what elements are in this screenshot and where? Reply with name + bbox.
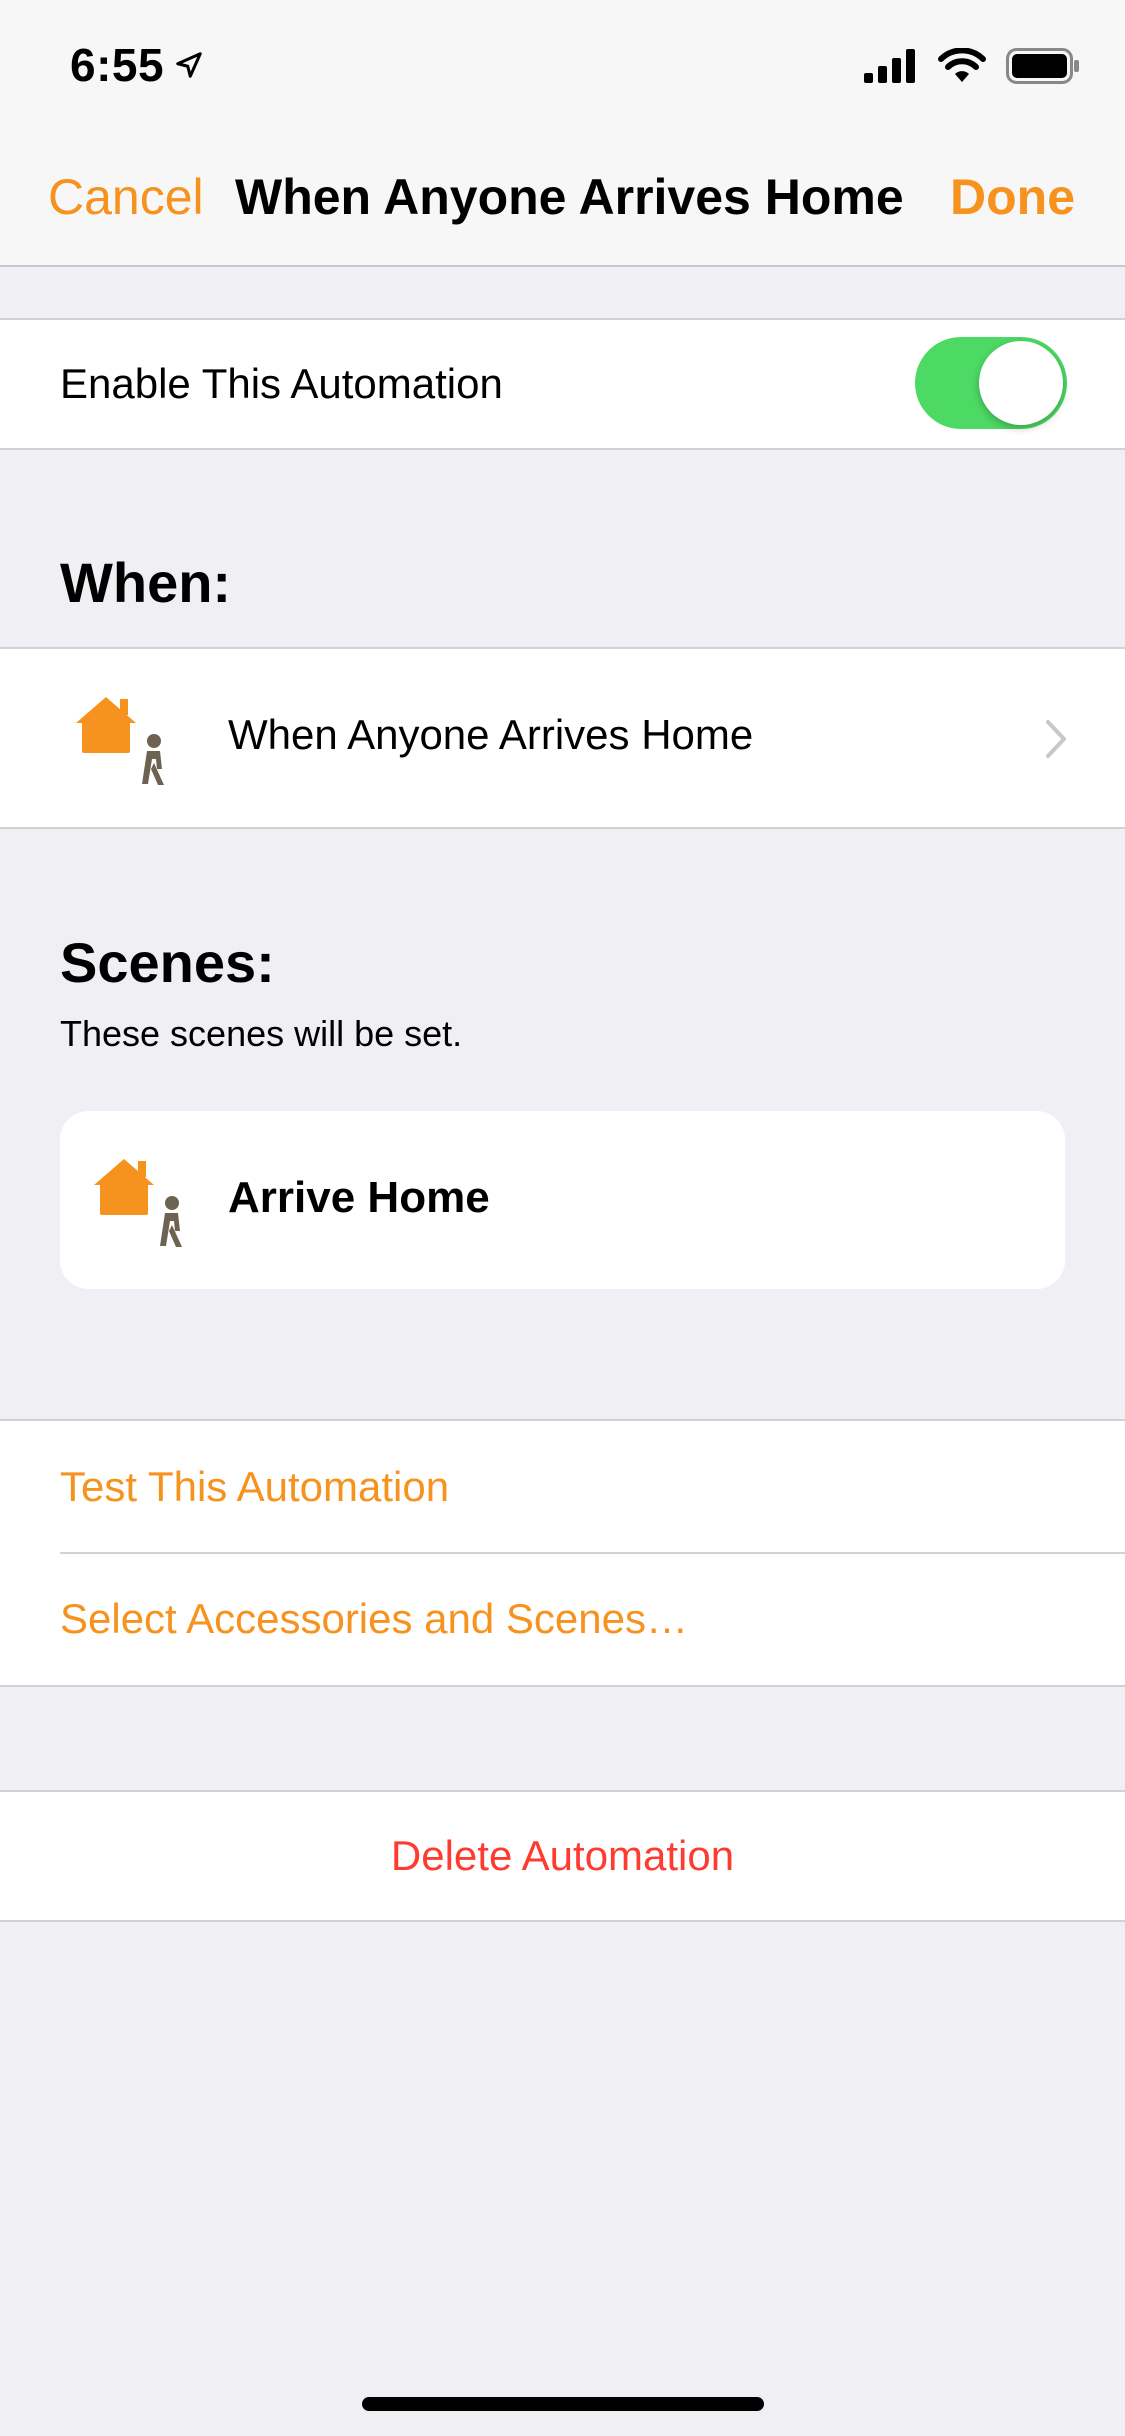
select-accessories-button[interactable]: Select Accessories and Scenes… [0, 1553, 1125, 1685]
automation-detail-screen: 6:55 Cancel When Anyone Arrives Home Don… [0, 0, 1125, 2436]
status-time: 6:55 [70, 38, 204, 92]
page-title: When Anyone Arrives Home [235, 169, 904, 225]
enable-automation-row: Enable This Automation [0, 318, 1125, 450]
status-time-text: 6:55 [70, 39, 165, 91]
test-automation-button[interactable]: Test This Automation [0, 1421, 1125, 1554]
delete-automation-label: Delete Automation [390, 1832, 735, 1879]
scenes-section-header: Scenes: [60, 931, 275, 994]
house-person-arriving-icon [90, 1151, 200, 1261]
location-arrow-icon [174, 50, 204, 80]
select-accessories-label: Select Accessories and Scenes… [60, 1595, 688, 1642]
trigger-label: When Anyone Arrives Home [228, 711, 754, 758]
battery-icon [1006, 48, 1080, 84]
status-bar: 6:55 [0, 0, 1125, 135]
wifi-icon [938, 48, 986, 84]
when-section-header: When: [60, 551, 232, 614]
actions-group: Test This Automation Select Accessories … [0, 1419, 1125, 1687]
status-icons [864, 48, 1080, 84]
toggle-knob [979, 341, 1063, 425]
done-button[interactable]: Done [950, 168, 1075, 226]
scene-tile[interactable]: Arrive Home [60, 1111, 1065, 1289]
navigation-bar: Cancel When Anyone Arrives Home Done [0, 135, 1125, 267]
enable-automation-toggle[interactable] [915, 337, 1067, 429]
delete-automation-button[interactable]: Delete Automation [0, 1790, 1125, 1922]
scenes-subtitle: These scenes will be set. [60, 1013, 463, 1054]
cancel-button[interactable]: Cancel [48, 168, 204, 226]
house-person-arriving-icon [72, 689, 182, 799]
scene-label: Arrive Home [228, 1173, 490, 1222]
cellular-signal-icon [864, 49, 918, 83]
enable-automation-label: Enable This Automation [60, 360, 503, 407]
test-automation-label: Test This Automation [60, 1463, 450, 1510]
chevron-right-icon [1045, 719, 1067, 764]
trigger-row[interactable]: When Anyone Arrives Home [0, 647, 1125, 829]
home-indicator[interactable] [362, 2397, 764, 2411]
